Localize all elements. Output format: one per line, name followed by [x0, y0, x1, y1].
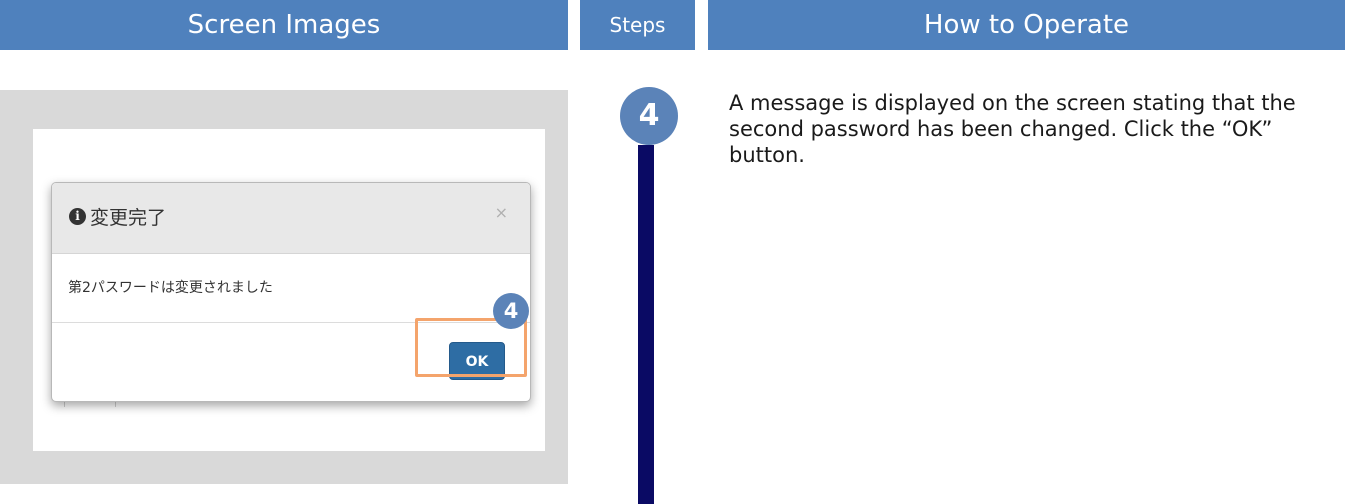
dialog-body: 第2パスワードは変更されました — [52, 254, 530, 323]
screen-image-canvas: i 変更完了 × 第2パスワードは変更されました OK — [33, 129, 545, 451]
steps-header: Steps — [580, 0, 695, 50]
dialog-title: 変更完了 — [90, 207, 167, 229]
info-icon: i — [69, 208, 86, 225]
close-icon[interactable]: × — [495, 203, 508, 222]
screen-images-header: Screen Images — [0, 0, 568, 50]
instruction-text: A message is displayed on the screen sta… — [729, 91, 1296, 167]
step-number-badge: 4 — [620, 87, 678, 145]
step-timeline-line — [638, 145, 654, 504]
dialog-message: 第2パスワードは変更されました — [68, 280, 273, 296]
how-to-operate-header: How to Operate — [708, 0, 1345, 50]
callout-step-badge: 4 — [493, 293, 529, 329]
dialog-header: i 変更完了 × — [52, 183, 530, 254]
manual-page: Screen Images Steps How to Operate i 変更完… — [0, 0, 1345, 504]
screen-image-panel: i 変更完了 × 第2パスワードは変更されました OK — [0, 90, 568, 484]
